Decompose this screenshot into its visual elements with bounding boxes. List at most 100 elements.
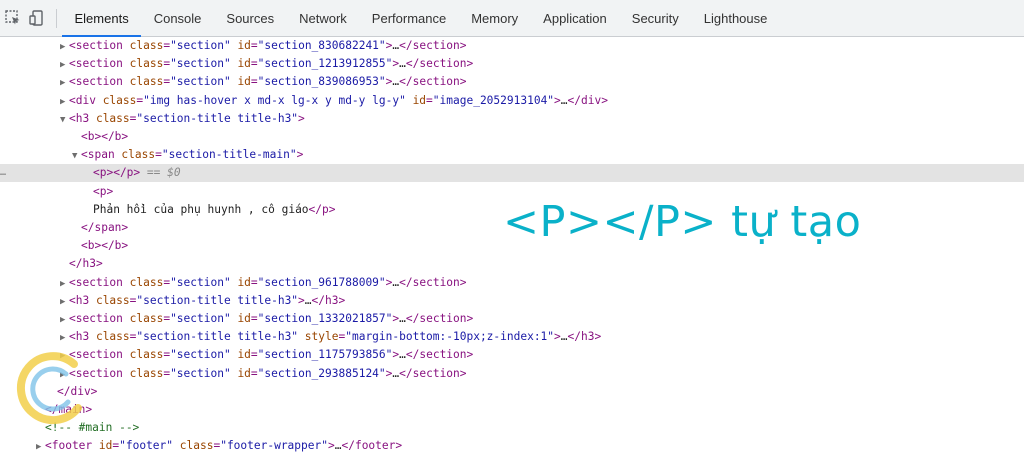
node-tag: <b></b>: [81, 130, 129, 143]
dom-tree-row[interactable]: ▶ <section class="section" id="section_96…: [0, 274, 1024, 292]
node-tag: =: [426, 93, 433, 107]
dom-tree-row[interactable]: ▼ <h3 class="section-title title-h3">: [0, 110, 1024, 128]
node-attr: class: [129, 75, 164, 89]
dom-tree-row[interactable]: … <p></p> == $0: [0, 164, 1024, 183]
node-tag: </section>: [399, 75, 467, 89]
node-val: "section_293885124": [257, 366, 386, 380]
dom-tree-row[interactable]: ▶ <section class="section" id="section_11…: [0, 346, 1024, 364]
node-tag: =: [155, 148, 162, 162]
node-tag: <div: [69, 93, 103, 107]
collapse-arrow-icon[interactable]: ▼: [60, 111, 69, 129]
node-tag: </span>: [81, 221, 129, 234]
expand-arrow-icon[interactable]: ▶: [36, 438, 45, 456]
tab-memory[interactable]: Memory: [459, 0, 531, 37]
node-val: "section": [170, 366, 231, 380]
node-tag: </section>: [399, 39, 467, 52]
node-tag: >: [296, 148, 304, 162]
node-attr: id: [237, 75, 251, 89]
node-attr: style: [304, 330, 339, 344]
devtools-toolbar: Elements Console Sources Network Perform…: [0, 0, 1024, 37]
tab-application[interactable]: Application: [531, 0, 620, 37]
node-tag: <p></p>: [93, 166, 141, 180]
node-attr: class: [129, 275, 164, 289]
expand-arrow-icon[interactable]: ▶: [60, 293, 69, 311]
node-val: "img has-hover x md-x lg-x y md-y lg-y": [143, 93, 406, 107]
node-tag: </section>: [405, 312, 474, 325]
dom-tree-row[interactable]: </main>: [0, 401, 1024, 419]
node-tag: =: [250, 75, 258, 89]
node-attr: id: [237, 275, 251, 289]
node-val: "section_839086953": [257, 75, 386, 89]
expand-arrow-icon[interactable]: ▶: [60, 56, 69, 74]
expand-arrow-icon[interactable]: ▶: [60, 275, 69, 293]
node-tag: <section: [69, 57, 130, 71]
node-attr: id: [98, 439, 113, 453]
tab-security[interactable]: Security: [619, 0, 691, 37]
dom-tree-row[interactable]: ▶ <section class="section" id="section_12…: [0, 55, 1024, 73]
expand-arrow-icon[interactable]: ▶: [60, 93, 69, 111]
node-tag: </section>: [399, 275, 467, 289]
expand-arrow-icon[interactable]: ▶: [60, 38, 69, 56]
node-val: "section_1175793856": [257, 348, 393, 362]
dom-tree-row[interactable]: ▶ <h3 class="section-title title-h3">…</h…: [0, 292, 1024, 310]
dom-tree-row[interactable]: <!-- #main -->: [0, 419, 1024, 437]
node-tag: <h3: [69, 111, 96, 125]
node-tag: [406, 94, 413, 107]
node-ell: …: [399, 312, 406, 325]
tab-network[interactable]: Network: [287, 0, 360, 37]
expand-arrow-icon[interactable]: ▶: [60, 329, 69, 347]
node-attr: id: [237, 348, 251, 362]
expand-arrow-icon[interactable]: ▶: [60, 311, 69, 329]
node-tag: =: [250, 366, 258, 380]
node-val: "footer": [119, 439, 174, 453]
dom-tree-row[interactable]: ▶ <h3 class="section-title title-h3" styl…: [0, 328, 1024, 346]
tab-lighthouse[interactable]: Lighthouse: [691, 0, 780, 37]
node-tag: </div>: [567, 93, 608, 107]
node-val: "section-title title-h3": [136, 330, 299, 344]
expand-arrow-icon[interactable]: ▶: [60, 74, 69, 92]
node-eq0: == $0: [140, 166, 181, 180]
dom-tree-row[interactable]: ▶ <section class="section" id="section_29…: [0, 365, 1024, 383]
node-tag: =: [250, 312, 258, 325]
dom-tree-row[interactable]: ▶ <section class="section" id="section_83…: [0, 37, 1024, 55]
node-val: "section-title-main": [161, 148, 297, 162]
collapse-arrow-icon[interactable]: ▼: [72, 147, 81, 165]
dom-tree-row[interactable]: <b></b>: [0, 128, 1024, 146]
tab-sources[interactable]: Sources: [214, 0, 287, 37]
toolbar-separator: [56, 9, 57, 28]
dom-tree-row[interactable]: ▼ <span class="section-title-main">: [0, 146, 1024, 164]
node-tag: =: [250, 57, 258, 71]
node-attr: class: [129, 348, 164, 362]
dom-tree-row[interactable]: </h3>: [0, 255, 1024, 273]
node-txt: Phản hồi của phụ huynh , cô giáo: [93, 202, 309, 216]
node-attr: class: [121, 148, 156, 162]
watermark-logo-icon: [16, 352, 82, 425]
node-val: "footer-wrapper": [220, 439, 328, 453]
node-tag: =: [250, 348, 258, 362]
dom-tree-row[interactable]: ▶ <section class="section" id="section_13…: [0, 310, 1024, 328]
dom-tree-row[interactable]: </div>: [0, 383, 1024, 401]
node-attr: id: [412, 93, 427, 107]
node-tag: >: [554, 330, 561, 344]
node-ell: …: [560, 93, 568, 107]
node-tag: [298, 330, 305, 343]
node-tag: >: [298, 293, 305, 307]
node-attr: class: [102, 93, 137, 107]
dom-tree-row[interactable]: ▶ <footer id="footer" class="footer-wrapp…: [0, 437, 1024, 455]
device-toolbar-icon[interactable]: [28, 9, 46, 27]
node-val: "section": [170, 39, 231, 52]
dom-tree-row[interactable]: ▶ <section class="section" id="section_83…: [0, 73, 1024, 91]
annotation-text: <P></P> tự tạo: [503, 197, 862, 247]
tab-performance[interactable]: Performance: [359, 0, 458, 37]
node-tag: >: [554, 93, 561, 107]
tab-console[interactable]: Console: [141, 0, 214, 37]
node-attr: class: [95, 293, 130, 307]
node-val: "section-title title-h3": [136, 293, 299, 307]
node-val: "margin-bottom:-10px;z-index:1": [345, 330, 555, 344]
dom-tree-row[interactable]: ▶ <div class = "img has-hover x md-x lg-x y…: [0, 92, 1024, 110]
node-tag: </section>: [399, 366, 467, 380]
node-attr: class: [129, 57, 164, 71]
tab-elements[interactable]: Elements: [62, 0, 142, 37]
node-tag: >: [298, 111, 305, 125]
inspect-element-icon[interactable]: [4, 9, 22, 27]
